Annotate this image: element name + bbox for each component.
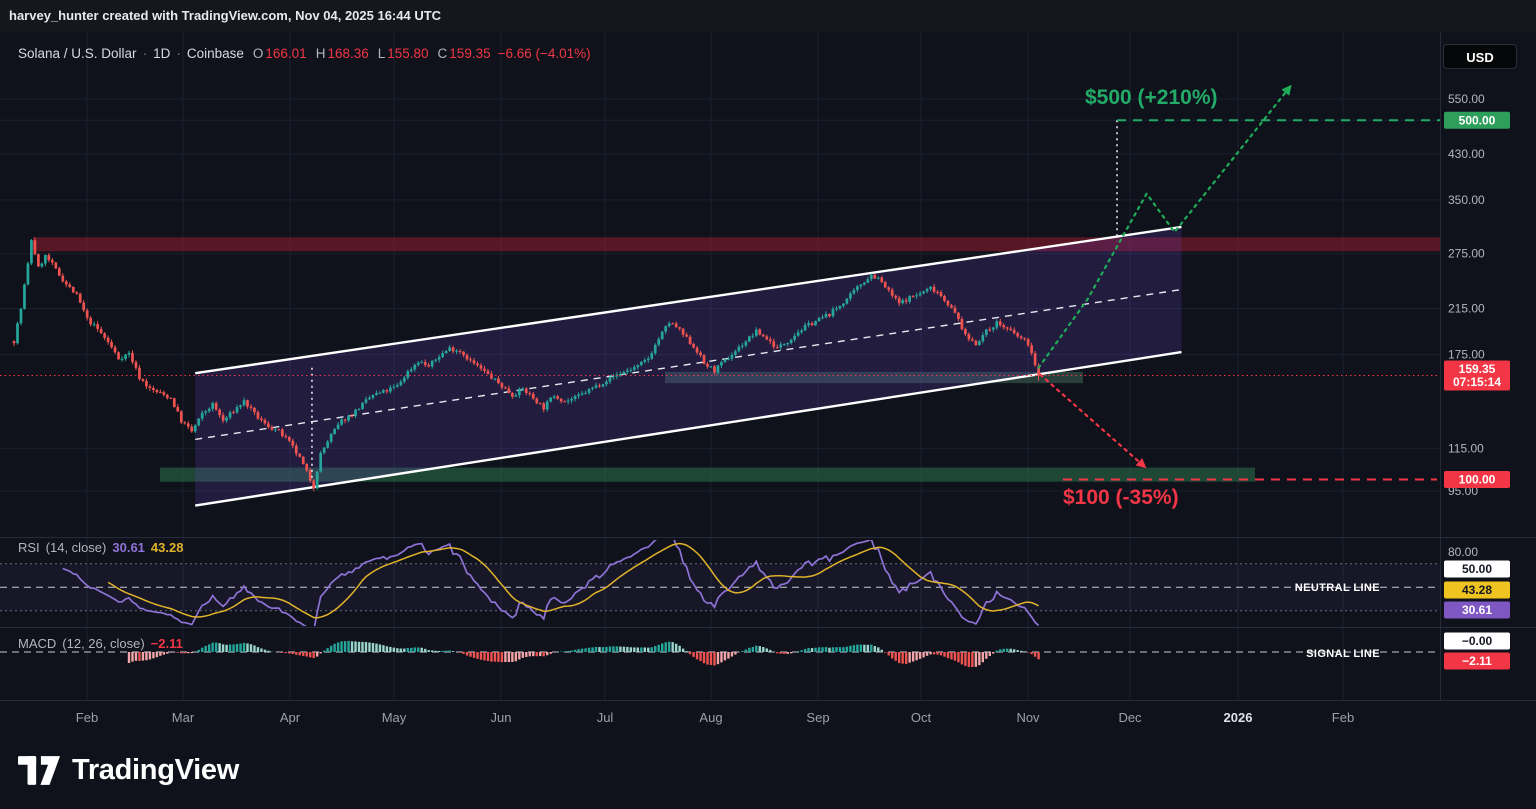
rsi-value: 30.61 <box>112 540 145 555</box>
signal-line-label[interactable]: SIGNAL LINE <box>1220 648 1380 660</box>
svg-text:Apr: Apr <box>280 710 301 725</box>
currency-toggle-button[interactable]: USD <box>1443 44 1517 69</box>
rsi-ma-value: 43.28 <box>151 540 184 555</box>
svg-text:Dec: Dec <box>1118 710 1142 725</box>
svg-text:Aug: Aug <box>699 710 722 725</box>
separator: · <box>143 46 148 61</box>
svg-text:Mar: Mar <box>172 710 195 725</box>
svg-text:Oct: Oct <box>911 710 932 725</box>
svg-text:−2.11: −2.11 <box>1462 654 1492 668</box>
macd-label[interactable]: MACD <box>18 636 56 651</box>
neutral-line-label[interactable]: NEUTRAL LINE <box>1220 582 1380 594</box>
chart-canvas[interactable]: 550.00 430.00 350.00 275.00 215.00 175.00 115.… <box>0 32 1536 732</box>
open-label: O <box>253 46 264 61</box>
svg-text:500.00: 500.00 <box>1459 113 1496 127</box>
macd-badge-zero[interactable]: −0.00 <box>1444 633 1510 650</box>
interval-label[interactable]: 1D <box>153 46 170 61</box>
exchange-label[interactable]: Coinbase <box>187 46 244 61</box>
svg-text:430.00: 430.00 <box>1448 147 1485 161</box>
svg-text:2026: 2026 <box>1224 710 1253 725</box>
svg-text:159.35: 159.35 <box>1459 362 1496 376</box>
svg-text:Feb: Feb <box>76 710 98 725</box>
svg-text:−0.00: −0.00 <box>1462 634 1493 648</box>
svg-text:50.00: 50.00 <box>1462 562 1492 576</box>
svg-text:Sep: Sep <box>806 710 829 725</box>
svg-text:115.00: 115.00 <box>1448 441 1484 455</box>
svg-text:30.61: 30.61 <box>1462 603 1492 617</box>
symbol-title[interactable]: Solana / U.S. Dollar <box>18 46 137 61</box>
price-badge-100.00[interactable]: 100.00 <box>1444 471 1510 488</box>
macd-title-row: MACD (12, 26, close) −2.11 <box>18 636 189 651</box>
high-label: H <box>316 46 326 61</box>
svg-text:07:15:14: 07:15:14 <box>1453 375 1501 389</box>
svg-text:550.00: 550.00 <box>1448 92 1485 106</box>
svg-text:Jun: Jun <box>491 710 512 725</box>
close-value: 159.35 <box>449 46 490 61</box>
svg-text:80.00: 80.00 <box>1448 545 1478 559</box>
price-badge-159.35[interactable]: 159.3507:15:14 <box>1444 361 1510 391</box>
svg-text:May: May <box>382 710 407 725</box>
brand-footer: TradingView <box>0 732 1536 809</box>
svg-text:100.00: 100.00 <box>1459 473 1496 487</box>
rsi-badge-neutral[interactable]: 50.00 <box>1444 561 1510 578</box>
svg-text:275.00: 275.00 <box>1448 247 1485 261</box>
target-up-annotation[interactable]: $500 (+210%) <box>1085 86 1218 110</box>
tradingview-logo-icon[interactable] <box>18 754 60 787</box>
macd-value: −2.11 <box>151 636 183 651</box>
open-value: 166.01 <box>265 46 306 61</box>
low-label: L <box>378 46 386 61</box>
macd-params: (12, 26, close) <box>62 636 144 651</box>
svg-text:Nov: Nov <box>1016 710 1040 725</box>
svg-text:Feb: Feb <box>1332 710 1354 725</box>
svg-text:215.00: 215.00 <box>1448 302 1485 316</box>
change-value: −6.66 (−4.01%) <box>498 46 591 61</box>
rsi-badge-value[interactable]: 30.61 <box>1444 602 1510 619</box>
brand-name[interactable]: TradingView <box>72 754 239 787</box>
attribution-text: harvey_hunter created with TradingView.c… <box>9 8 441 23</box>
price-badge-500.00[interactable]: 500.00 <box>1444 112 1510 129</box>
high-value: 168.36 <box>327 46 368 61</box>
rsi-params: (14, close) <box>46 540 107 555</box>
zone-resistance[interactable] <box>33 237 1440 251</box>
svg-text:350.00: 350.00 <box>1448 193 1485 207</box>
attribution-bar: harvey_hunter created with TradingView.c… <box>0 0 1536 32</box>
svg-text:43.28: 43.28 <box>1462 583 1492 597</box>
svg-text:175.00: 175.00 <box>1448 348 1485 362</box>
tradingview-chart-screen: harvey_hunter created with TradingView.c… <box>0 0 1536 809</box>
low-value: 155.80 <box>387 46 428 61</box>
close-label: C <box>438 46 448 61</box>
rsi-label[interactable]: RSI <box>18 540 40 555</box>
target-down-annotation[interactable]: $100 (-35%) <box>1063 486 1179 510</box>
separator: · <box>176 46 181 61</box>
svg-text:Jul: Jul <box>597 710 614 725</box>
rsi-title-row: RSI (14, close) 30.61 43.28 <box>18 540 189 555</box>
symbol-header: Solana / U.S. Dollar · 1D · Coinbase O166.01 H… <box>18 46 591 61</box>
rsi-badge-ma[interactable]: 43.28 <box>1444 582 1510 599</box>
macd-badge-value[interactable]: −2.11 <box>1444 653 1510 670</box>
